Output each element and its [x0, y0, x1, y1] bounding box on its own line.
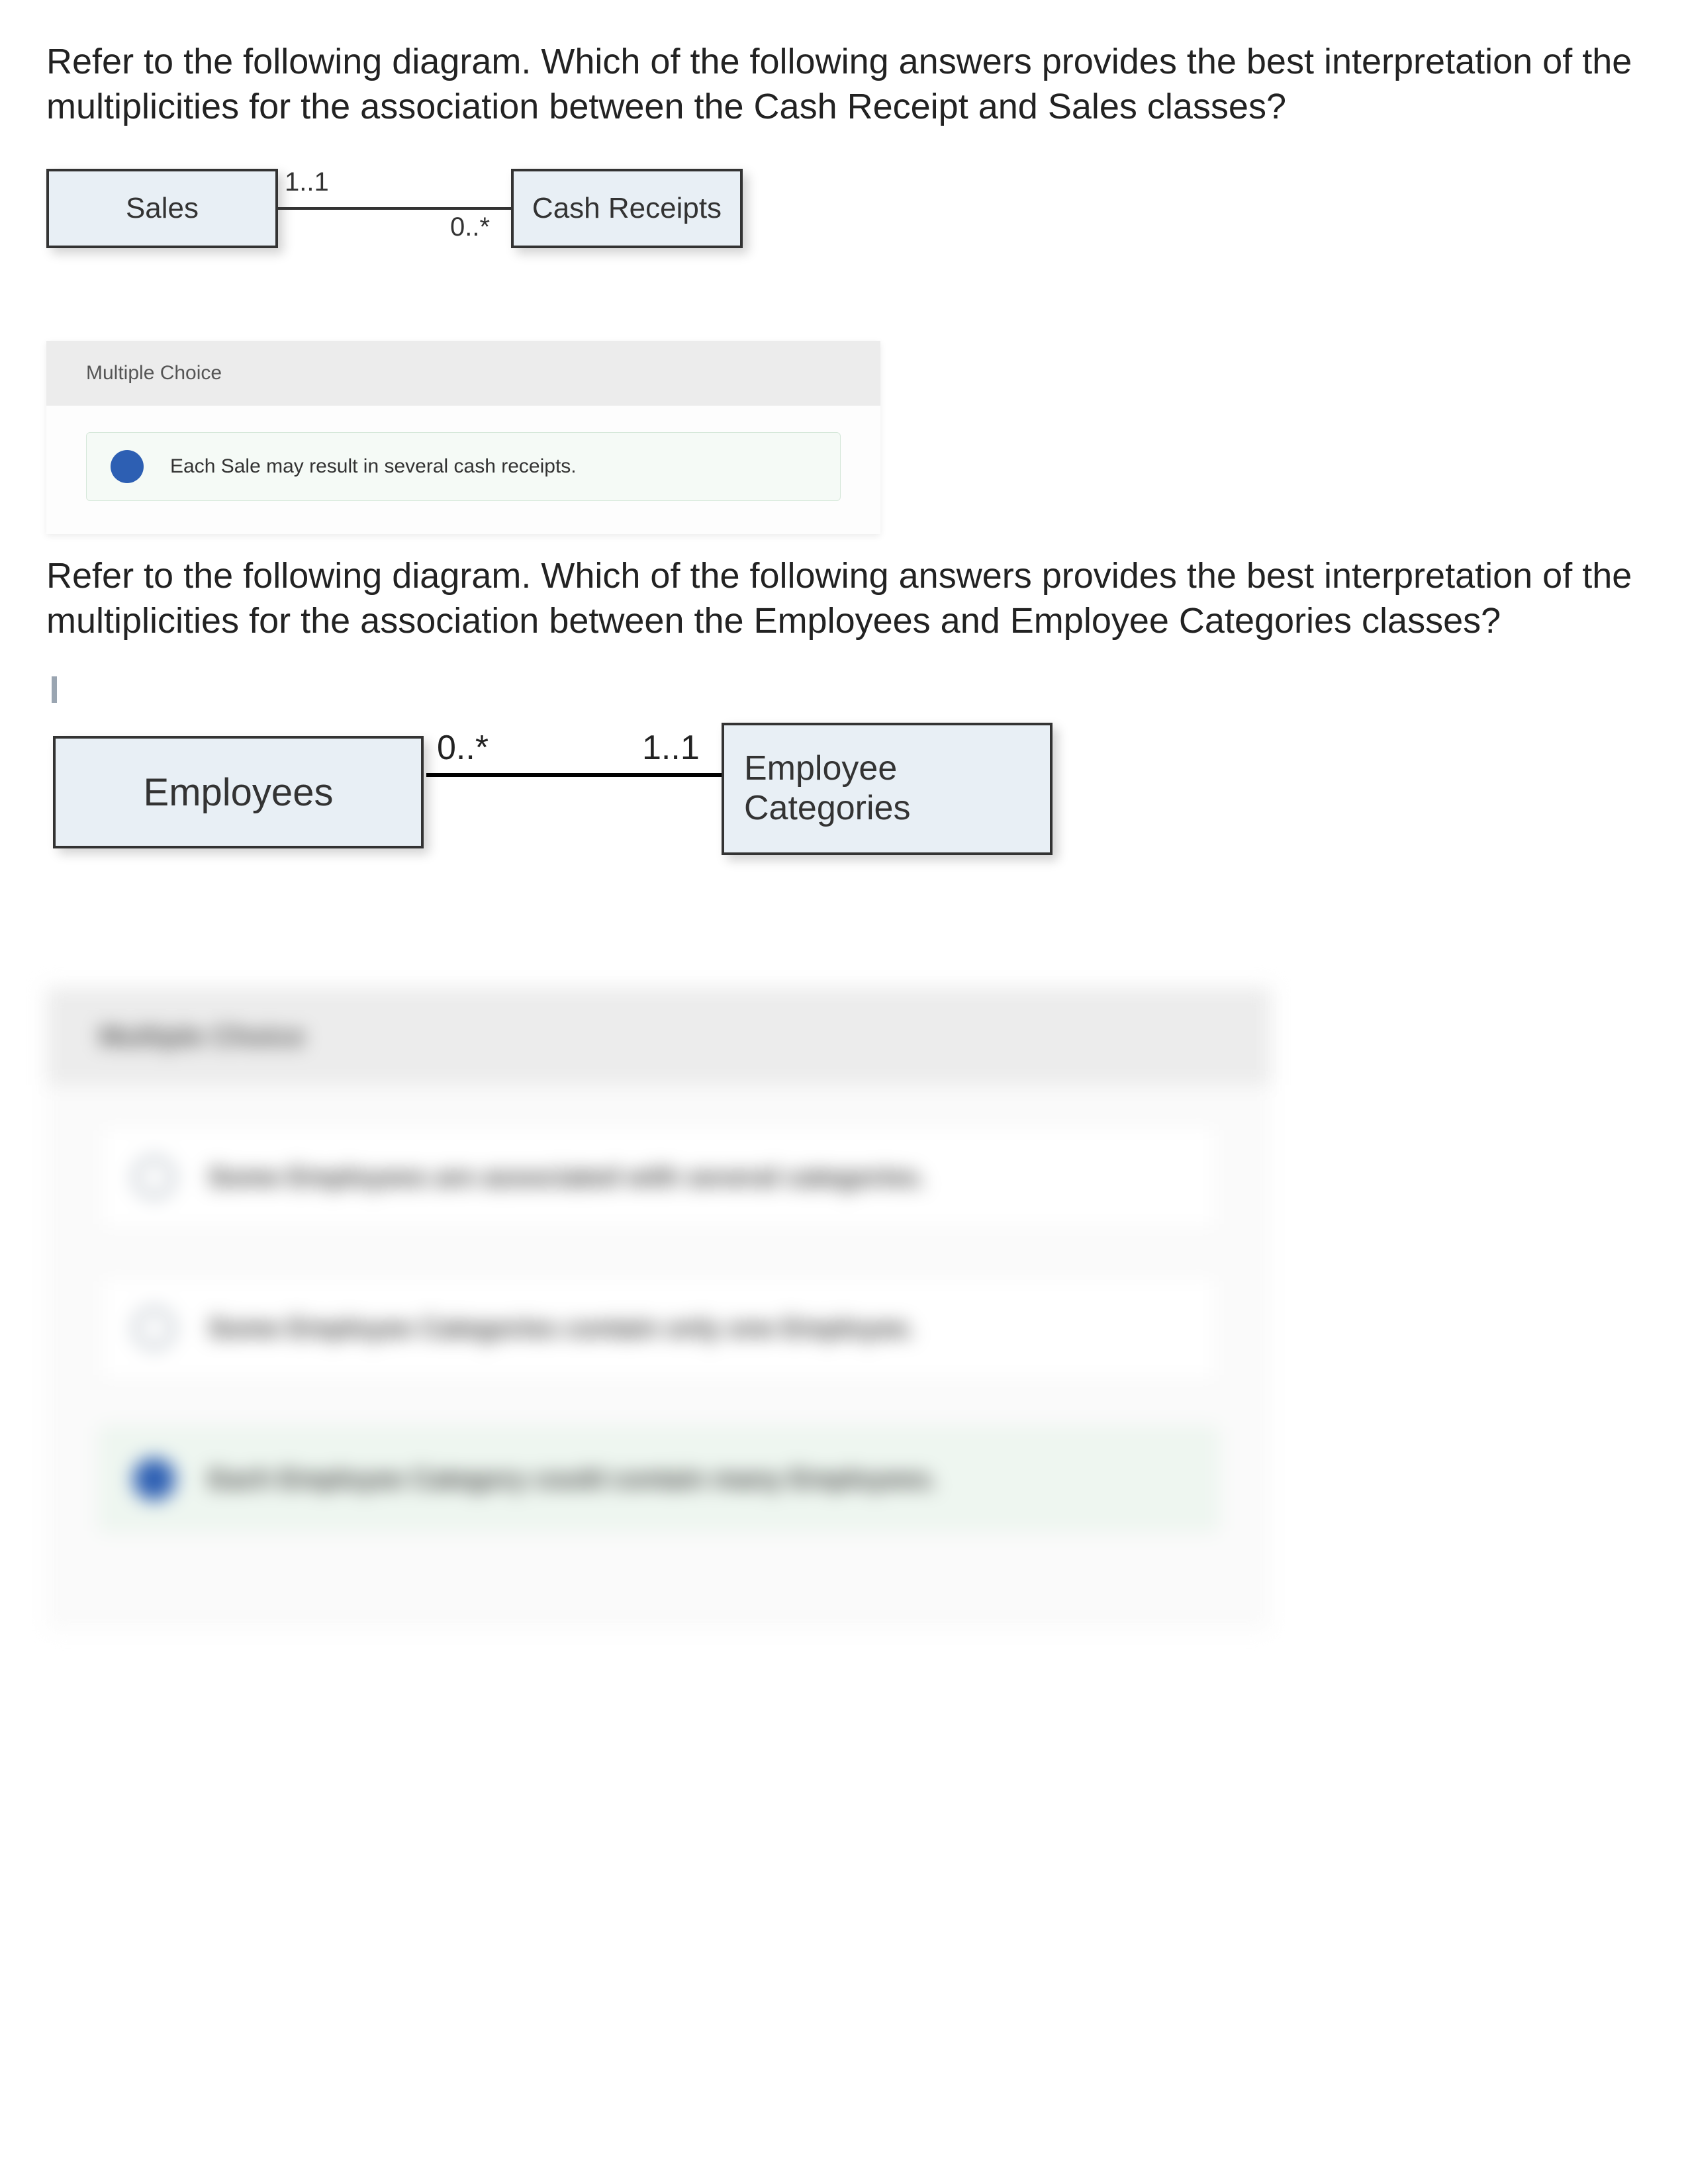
- q2-option-2[interactable]: Some Employee Categories contain only on…: [99, 1276, 1218, 1381]
- text-cursor-icon: [52, 676, 57, 703]
- q2-option-3-selected[interactable]: Each Employee Category could contain man…: [99, 1427, 1218, 1531]
- q2-option-3-text: Each Employee Category could contain man…: [209, 1465, 937, 1494]
- radio-empty-icon: [133, 1307, 175, 1349]
- uml-multiplicity-sales-side: 1..1: [285, 167, 329, 197]
- uml-class-line1: Employee: [744, 749, 897, 789]
- mc-body: Each Sale may result in several cash rec…: [46, 406, 880, 534]
- uml-multiplicity-employees-side: 0..*: [437, 728, 489, 768]
- q2-option-1-text: Some Employees are associated with sever…: [209, 1163, 925, 1193]
- uml-association-line: [426, 773, 722, 777]
- uml-class-employee-categories: Employee Categories: [722, 723, 1053, 855]
- q1-prompt: Refer to the following diagram. Which of…: [46, 40, 1642, 129]
- uml-multiplicity-cash-side: 0..*: [450, 212, 490, 242]
- uml-class-employees: Employees: [53, 736, 424, 848]
- uml-class-cash-receipts: Cash Receipts: [511, 169, 743, 248]
- q2-multiple-choice-card-blurred: Multiple Choice Some Employees are assoc…: [46, 987, 1271, 1631]
- q1-selected-option[interactable]: Each Sale may result in several cash rec…: [86, 432, 841, 501]
- radio-empty-icon: [133, 1156, 175, 1199]
- q1-option-text: Each Sale may result in several cash rec…: [170, 455, 577, 478]
- uml-association-line: [278, 207, 511, 210]
- q2-option-1[interactable]: Some Employees are associated with sever…: [99, 1125, 1218, 1230]
- q2-option-2-text: Some Employee Categories contain only on…: [209, 1314, 915, 1343]
- mc-header-label-blurred: Multiple Choice: [46, 987, 1271, 1085]
- q1-multiple-choice-card: Multiple Choice Each Sale may result in …: [46, 341, 880, 534]
- mc-body-blurred: Some Employees are associated with sever…: [46, 1085, 1271, 1591]
- radio-selected-icon: [111, 450, 144, 483]
- uml-class-sales: Sales: [46, 169, 278, 248]
- q2-prompt: Refer to the following diagram. Which of…: [46, 554, 1642, 643]
- q1-uml-diagram: Sales 1..1 0..* Cash Receipts: [46, 156, 748, 261]
- uml-class-line2: Categories: [744, 789, 910, 829]
- mc-header-label: Multiple Choice: [46, 341, 880, 406]
- uml-multiplicity-categories-side: 1..1: [642, 728, 700, 768]
- q2-uml-diagram: Employees 0..* 1..1 Employee Categories: [46, 696, 1079, 868]
- radio-selected-icon: [133, 1458, 175, 1500]
